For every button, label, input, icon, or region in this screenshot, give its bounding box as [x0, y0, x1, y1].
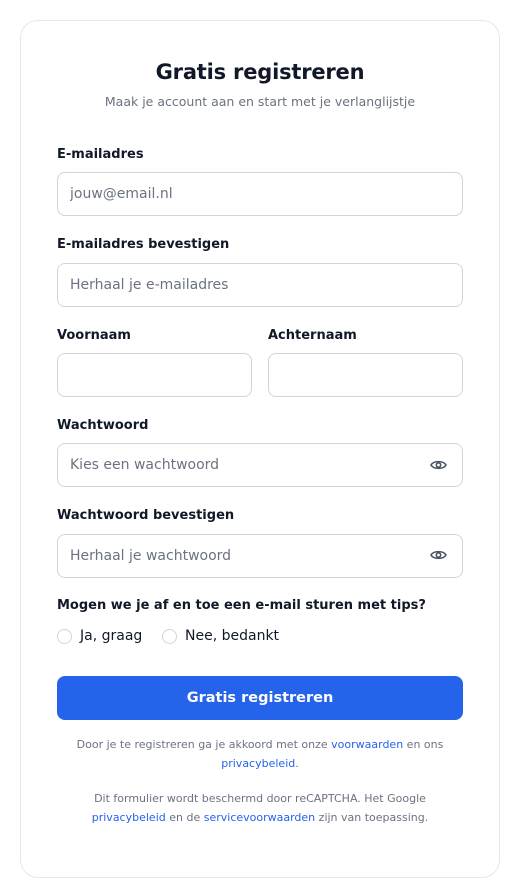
last-name-label: Achternaam	[268, 328, 357, 343]
privacy-link[interactable]: privacybeleid	[221, 757, 295, 770]
terms-link[interactable]: voorwaarden	[331, 738, 403, 751]
terms-notice: Door je te registreren ga je akkoord met…	[57, 735, 463, 773]
email-label: E-mailadres	[57, 147, 144, 162]
password-confirm-label: Wachtwoord bevestigen	[57, 508, 235, 523]
first-name-field[interactable]	[57, 353, 252, 397]
radio-button[interactable]	[162, 628, 177, 644]
password-confirm-field[interactable]	[57, 534, 463, 578]
radio-option-yes[interactable]: Ja, graag	[57, 626, 142, 646]
terms-prefix: Door je te registreren ga je akkoord met…	[76, 738, 328, 751]
first-name-label: Voornaam	[57, 328, 131, 343]
terms-middle: en ons	[406, 738, 444, 751]
password-label: Wachtwoord	[57, 418, 149, 433]
email-confirm-field[interactable]	[57, 263, 463, 307]
recaptcha-prefix: Dit formulier wordt beschermd door reCAP…	[94, 792, 426, 805]
radio-option-no[interactable]: Nee, bedankt	[162, 626, 279, 646]
eye-icon[interactable]	[429, 458, 447, 472]
radio-button[interactable]	[57, 628, 72, 644]
newsletter-question: Mogen we je af en toe een e-mail sturen …	[57, 598, 426, 613]
register-button[interactable]: Gratis registreren	[57, 676, 463, 720]
page-title: Gratis registreren	[155, 60, 365, 84]
radio-label-no: Nee, bedankt	[185, 628, 280, 644]
recaptcha-notice: Dit formulier wordt beschermd door reCAP…	[57, 789, 463, 827]
terms-suffix: .	[295, 757, 299, 770]
google-privacy-link[interactable]: privacybeleid	[92, 811, 166, 824]
google-terms-link[interactable]: servicevoorwaarden	[204, 811, 315, 824]
radio-label-yes: Ja, graag	[80, 628, 143, 644]
last-name-field[interactable]	[268, 353, 463, 397]
password-field[interactable]	[57, 443, 463, 487]
recaptcha-middle: en de	[169, 811, 201, 824]
eye-icon[interactable]	[429, 548, 447, 562]
page-subtitle: Maak je account aan en start met je verl…	[104, 94, 416, 109]
recaptcha-suffix: zijn van toepassing.	[318, 811, 429, 824]
email-field[interactable]	[57, 172, 463, 216]
email-confirm-label: E-mailadres bevestigen	[57, 237, 230, 252]
